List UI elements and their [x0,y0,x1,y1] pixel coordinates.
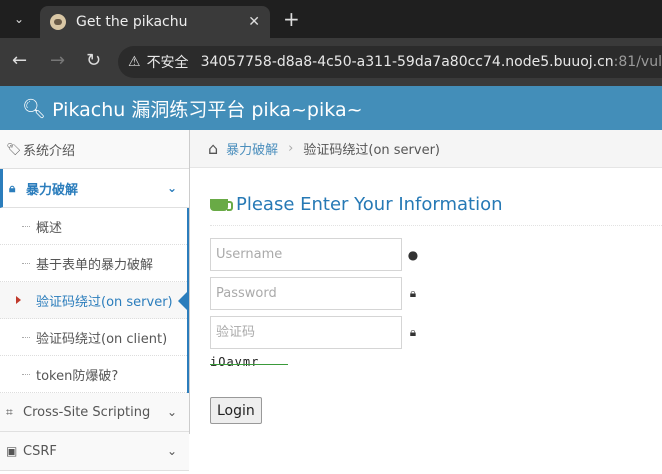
username-input[interactable] [210,238,402,271]
chevron-down-icon: ⌄ [166,405,177,419]
sidebar-subitem-captcha-server[interactable]: 验证码绕过(on server) [0,282,188,319]
app-header: 🔍︎ Pikachu 漏洞练习平台 pika~pika~ [0,86,662,130]
browser-tab-strip: ⌄ Get the pikachu ✕ + [0,0,662,38]
subitem-label: 基于表单的暴力破解 [36,257,154,273]
url-path: :81/vul/burtef [613,54,662,70]
subitem-label: 验证码绕过(on client) [36,331,168,347]
lock-icon: 🔒︎ [409,325,417,339]
login-button[interactable]: Login [210,397,262,424]
sidebar-item-label: 系统介绍 [23,143,76,159]
breadcrumb-current: 验证码绕过(on server) [303,143,440,158]
password-input[interactable] [210,277,402,310]
user-icon: ● [407,247,419,262]
sidebar-item-label: 暴力破解 [26,182,79,198]
new-tab-icon[interactable]: + [283,8,300,30]
code-icon: ⌗ [6,404,13,419]
main-content: ⌂ 暴力破解 › 验证码绕过(on server) Please Enter Y… [190,130,662,434]
captcha-input[interactable] [210,316,402,349]
forward-icon[interactable]: → [50,52,65,70]
tab-title: Get the pikachu [76,14,188,30]
sidebar-subitem-captcha-client[interactable]: 验证码绕过(on client) [0,319,187,356]
sidebar-subitem-form-bruteforce[interactable]: 基于表单的暴力破解 [0,245,187,282]
reload-icon[interactable]: ↻ [86,52,101,70]
insecure-label[interactable]: 不安全 [147,52,189,72]
favicon-icon [50,14,66,30]
sidebar-item-bruteforce[interactable]: 🔒︎ 暴力破解 ⌄ [0,169,189,208]
sidebar-subitem-token[interactable]: token防爆破? [0,356,187,393]
home-icon[interactable]: ⌂ [208,139,218,158]
captcha-noise-line [210,364,288,365]
breadcrumb-parent-link[interactable]: 暴力破解 [226,139,278,158]
sidebar-item-intro[interactable]: 🏷︎ 系统介绍 [0,130,189,169]
tags-icon: 🏷︎ [6,142,22,156]
captcha-text: iOavmr [210,355,260,369]
submenu: 概述 基于表单的暴力破解 验证码绕过(on server) 验证码绕过(on c… [0,208,189,393]
lock-icon: 🔒︎ [409,286,417,300]
app-title[interactable]: Pikachu 漏洞练习平台 pika~pika~ [52,95,362,122]
lock-icon: 🔒︎ [9,180,16,195]
address-bar[interactable]: ⚠ 不安全 34057758-d8a8-4c50-a311-59da7a80cc… [118,46,662,78]
captcha-image[interactable]: iOavmr [210,355,290,373]
form-heading: Please Enter Your Information [210,194,662,226]
page-layout: 🏷︎ 系统介绍 🔒︎ 暴力破解 ⌄ 概述 基于表单的暴力破解 验证码绕过(on … [0,130,662,471]
coffee-icon [210,198,233,211]
breadcrumb: ⌂ 暴力破解 › 验证码绕过(on server) [190,130,662,168]
chevron-down-icon: ⌄ [166,181,177,195]
url-host: 34057758-d8a8-4c50-a311-59da7a80cc74.nod… [200,54,614,70]
form-heading-text: Please Enter Your Information [236,194,503,215]
sidebar-item-label: Cross-Site Scripting [23,404,151,420]
breadcrumb-separator-icon: › [288,141,294,156]
login-form: ● 🔒︎ 🔒︎ iOavmr Login [210,238,662,424]
sidebar-subitem-overview[interactable]: 概述 [0,208,187,245]
chevron-down-icon: ⌄ [166,444,177,458]
key-icon: 🔍︎ [22,97,47,120]
sidebar: 🏷︎ 系统介绍 🔒︎ 暴力破解 ⌄ 概述 基于表单的暴力破解 验证码绕过(on … [0,130,190,471]
close-tab-icon[interactable]: ✕ [248,14,260,30]
csrf-icon: ▣ [6,444,18,458]
browser-toolbar: ← → ↻ ⚠ 不安全 34057758-d8a8-4c50-a311-59da… [0,38,662,86]
back-icon[interactable]: ← [12,52,27,70]
subitem-label: 概述 [36,220,63,236]
subitem-label: 验证码绕过(on server) [36,294,173,310]
warning-icon[interactable]: ⚠ [128,54,141,70]
sidebar-item-csrf[interactable]: ▣ CSRF ⌄ [0,432,189,471]
sidebar-item-xss[interactable]: ⌗ Cross-Site Scripting ⌄ [0,393,189,432]
subitem-label: token防爆破? [36,368,119,384]
sidebar-item-label: CSRF [23,443,57,459]
browser-tab[interactable]: Get the pikachu ✕ [40,6,270,38]
tab-list-dropdown-icon[interactable]: ⌄ [10,10,28,28]
active-indicator-icon [178,291,188,311]
